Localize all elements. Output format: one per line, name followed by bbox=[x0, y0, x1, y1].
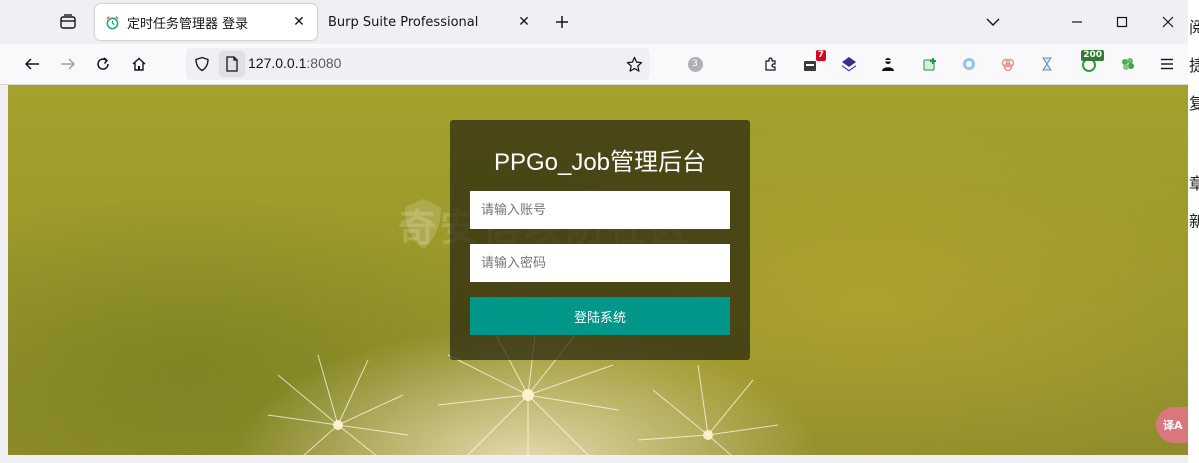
extension-circle-button[interactable] bbox=[958, 53, 980, 75]
clover-icon bbox=[1122, 58, 1134, 70]
extension-badge-button[interactable]: 7 bbox=[799, 50, 826, 75]
tab-title: 定时任务管理器 登录 bbox=[127, 16, 249, 32]
tab-bar: 定时任务管理器 登录 ✕ Burp Suite Professional ✕ bbox=[0, 0, 1188, 44]
extension-plus-button[interactable] bbox=[919, 53, 941, 75]
page-icon bbox=[226, 56, 238, 72]
new-tab-button[interactable] bbox=[550, 10, 574, 34]
tab-login[interactable]: 定时任务管理器 登录 ✕ bbox=[95, 4, 317, 40]
blue-circle-icon bbox=[963, 58, 975, 70]
extension-hourglass-button[interactable] bbox=[1036, 53, 1058, 75]
password-input[interactable] bbox=[470, 244, 730, 282]
login-panel: PPGo_Job管理后台 登陆系统 bbox=[450, 120, 750, 360]
minimize-button[interactable] bbox=[1062, 8, 1092, 36]
close-tab-icon[interactable]: ✕ bbox=[512, 10, 536, 34]
back-button[interactable] bbox=[18, 50, 46, 78]
close-icon bbox=[1162, 16, 1174, 28]
hamburger-menu-icon bbox=[1161, 58, 1173, 70]
forward-arrow-icon bbox=[61, 58, 76, 70]
address-bar[interactable]: 127.0.0.1:8080 bbox=[186, 48, 650, 80]
extensions-button[interactable] bbox=[760, 53, 782, 75]
edge-glyph: 捷 bbox=[1189, 56, 1199, 75]
close-tab-icon[interactable]: ✕ bbox=[287, 10, 311, 34]
username-input[interactable] bbox=[470, 191, 730, 229]
app-menu-button[interactable] bbox=[1156, 53, 1178, 75]
puzzle-icon bbox=[765, 57, 776, 71]
edge-glyph: 章 bbox=[1189, 174, 1199, 193]
tracking-protection-counter[interactable]: 3 bbox=[684, 53, 706, 75]
counter-icon: 3 bbox=[687, 56, 703, 72]
list-all-tabs-button[interactable] bbox=[978, 8, 1008, 36]
back-arrow-icon bbox=[24, 58, 39, 70]
extension-badge-count: 7 bbox=[815, 50, 826, 61]
maximize-icon bbox=[1116, 16, 1128, 28]
tab-burp[interactable]: Burp Suite Professional ✕ bbox=[320, 4, 542, 40]
navigation-toolbar: 127.0.0.1:8080 3 7 200 bbox=[0, 44, 1188, 85]
browser-window: 定时任务管理器 登录 ✕ Burp Suite Professional ✕ 1… bbox=[0, 0, 1188, 463]
layers-icon bbox=[842, 57, 856, 72]
rings-icon bbox=[1001, 58, 1015, 72]
edge-glyph: 复 bbox=[1189, 94, 1199, 113]
edge-glyph: 新 bbox=[1189, 212, 1199, 231]
url-port: :8080 bbox=[306, 55, 342, 71]
tab-title: Burp Suite Professional bbox=[328, 14, 479, 30]
home-icon bbox=[132, 57, 146, 71]
agent-icon bbox=[882, 58, 894, 71]
green-plus-icon bbox=[923, 58, 936, 71]
url-text[interactable]: 127.0.0.1:8080 bbox=[248, 55, 341, 71]
extension-clover-button[interactable] bbox=[1117, 53, 1139, 75]
minimize-icon bbox=[1072, 21, 1082, 23]
extension-200-badge: 200 bbox=[1081, 50, 1104, 61]
shield-icon[interactable] bbox=[192, 54, 212, 74]
login-page: 奇安信攻防社区 PPGo_Job管理后台 登陆系统 译A bbox=[8, 85, 1188, 455]
close-window-button[interactable] bbox=[1153, 8, 1183, 36]
extension-200-button[interactable]: 200 bbox=[1078, 50, 1104, 75]
maximize-button[interactable] bbox=[1107, 8, 1137, 36]
extension-agent-button[interactable] bbox=[877, 53, 899, 75]
translate-button[interactable]: 译A bbox=[1156, 407, 1188, 443]
forward-button[interactable] bbox=[54, 50, 82, 78]
firefox-view-button[interactable] bbox=[56, 10, 80, 34]
reload-icon bbox=[97, 57, 109, 70]
login-button[interactable]: 登陆系统 bbox=[470, 297, 730, 335]
home-button[interactable] bbox=[125, 50, 153, 78]
edge-glyph: 阅 bbox=[1189, 18, 1199, 37]
firefox-view-icon bbox=[60, 14, 76, 29]
extension-rings-button[interactable] bbox=[997, 53, 1019, 75]
bookmark-star-icon[interactable] bbox=[624, 54, 644, 74]
alarm-clock-icon bbox=[104, 14, 120, 30]
extension-layers-button[interactable] bbox=[838, 53, 860, 75]
login-title: PPGo_Job管理后台 bbox=[493, 149, 707, 176]
url-host: 127.0.0.1 bbox=[248, 55, 307, 71]
plus-icon bbox=[556, 16, 568, 28]
reload-button[interactable] bbox=[89, 50, 117, 78]
chevron-down-icon bbox=[986, 18, 1000, 26]
hourglass-icon bbox=[1042, 57, 1052, 71]
page-info-button[interactable] bbox=[219, 51, 245, 77]
